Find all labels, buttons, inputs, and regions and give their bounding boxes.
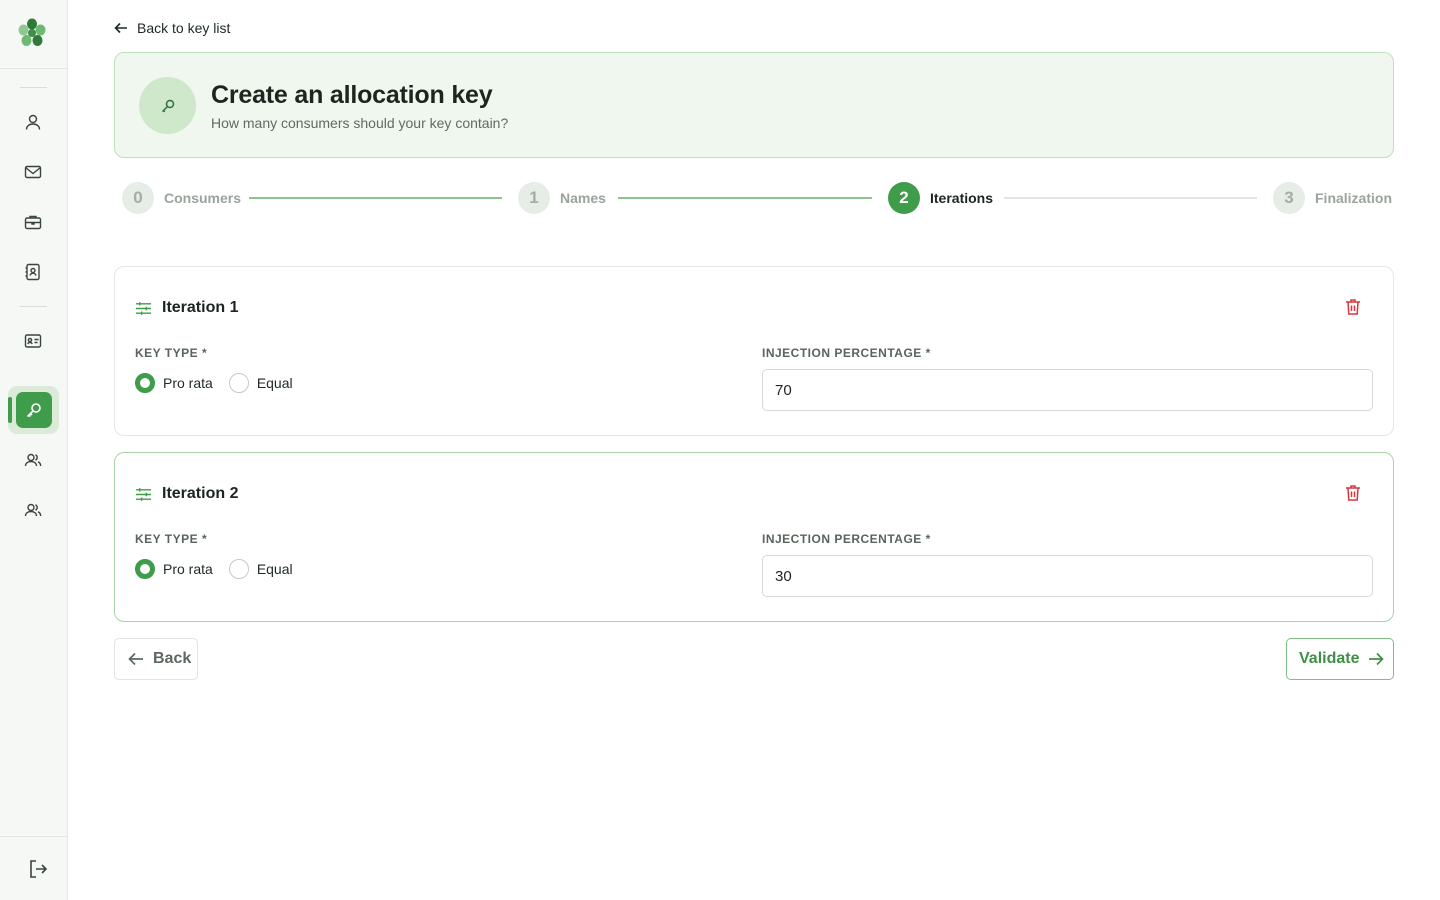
- trash-icon[interactable]: [1343, 297, 1363, 317]
- nav-active-indicator: [8, 397, 12, 423]
- radio-equal[interactable]: Equal: [228, 559, 293, 579]
- sliders-icon: [135, 301, 152, 315]
- arrow-right-icon: [1369, 652, 1385, 666]
- step-number: 0: [122, 182, 154, 214]
- briefcase-icon[interactable]: [22, 211, 44, 233]
- key-type-label: KEY TYPE *: [135, 346, 208, 360]
- arrow-left-icon: [128, 652, 143, 666]
- radio-pro-rata[interactable]: Pro rata: [135, 373, 213, 393]
- injection-percentage-input[interactable]: 30: [762, 555, 1373, 597]
- app-logo[interactable]: [16, 17, 48, 49]
- group-icon[interactable]: [22, 499, 44, 521]
- iteration-title: Iteration 1: [162, 299, 239, 316]
- sidebar-divider: [20, 87, 47, 88]
- sidebar-divider: [0, 836, 68, 837]
- page-title: Create an allocation key: [211, 81, 493, 109]
- logout-icon[interactable]: [26, 857, 50, 881]
- step-label: Iterations: [930, 190, 994, 206]
- radio-indicator[interactable]: [228, 559, 249, 579]
- users-icon[interactable]: [22, 449, 44, 471]
- radio-pro-rata[interactable]: Pro rata: [135, 559, 213, 579]
- arrow-left-icon: [114, 22, 127, 34]
- step-number: 1: [518, 182, 550, 214]
- sidebar-divider: [20, 306, 47, 307]
- validate-button[interactable]: Validate: [1286, 638, 1394, 680]
- user-icon[interactable]: [22, 111, 44, 133]
- back-to-key-list-link[interactable]: Back to key list: [113, 20, 230, 36]
- step-label: Consumers: [164, 190, 242, 206]
- injection-percentage-input[interactable]: 70: [762, 369, 1373, 411]
- step-number: 2: [888, 182, 920, 214]
- iteration-title: Iteration 2: [162, 485, 239, 502]
- iteration-header: Iteration 1: [135, 299, 238, 317]
- radio-label: Pro rata: [163, 375, 213, 391]
- back-button-label: Back: [153, 650, 192, 667]
- header-card: Create an allocation key How many consum…: [114, 52, 1394, 158]
- step-names[interactable]: 1 Names: [518, 182, 606, 214]
- key-type-radio-group: Pro rata Equal: [135, 559, 309, 579]
- radio-indicator[interactable]: [135, 373, 155, 393]
- step-connector: [618, 197, 872, 199]
- radio-equal[interactable]: Equal: [228, 373, 293, 393]
- key-icon[interactable]: [16, 392, 52, 428]
- validate-button-label: Validate: [1299, 650, 1360, 667]
- mail-icon[interactable]: [22, 161, 44, 183]
- radio-label: Equal: [256, 375, 293, 391]
- radio-label: Equal: [256, 561, 293, 577]
- radio-indicator[interactable]: [228, 373, 249, 393]
- injection-percentage-label: INJECTION PERCENTAGE *: [762, 346, 931, 360]
- contact-book-icon[interactable]: [22, 261, 44, 283]
- step-finalization[interactable]: 3 Finalization: [1273, 182, 1392, 214]
- step-connector: [1004, 197, 1257, 199]
- step-iterations[interactable]: 2 Iterations: [888, 182, 993, 214]
- radio-indicator[interactable]: [135, 559, 155, 579]
- step-connector: [249, 197, 502, 199]
- iteration-card: Iteration 1 KEY TYPE * Pro rata Equal IN…: [114, 266, 1394, 436]
- trash-icon[interactable]: [1343, 483, 1363, 503]
- page-subtitle: How many consumers should your key conta…: [211, 115, 509, 131]
- key-icon: [139, 77, 196, 134]
- step-label: Finalization: [1315, 190, 1392, 206]
- step-number: 3: [1273, 182, 1305, 214]
- step-consumers[interactable]: 0 Consumers: [122, 182, 241, 214]
- injection-percentage-label: INJECTION PERCENTAGE *: [762, 532, 931, 546]
- sliders-icon: [135, 487, 152, 501]
- key-type-label: KEY TYPE *: [135, 532, 208, 546]
- step-label: Names: [560, 190, 606, 206]
- back-link-label: Back to key list: [137, 20, 231, 36]
- key-type-radio-group: Pro rata Equal: [135, 373, 309, 393]
- sidebar: [0, 0, 68, 900]
- id-card-icon[interactable]: [22, 330, 44, 352]
- sidebar-divider: [0, 68, 68, 69]
- radio-label: Pro rata: [163, 561, 213, 577]
- back-button[interactable]: Back: [114, 638, 198, 680]
- iteration-header: Iteration 2: [135, 485, 238, 503]
- iteration-card: Iteration 2 KEY TYPE * Pro rata Equal IN…: [114, 452, 1394, 622]
